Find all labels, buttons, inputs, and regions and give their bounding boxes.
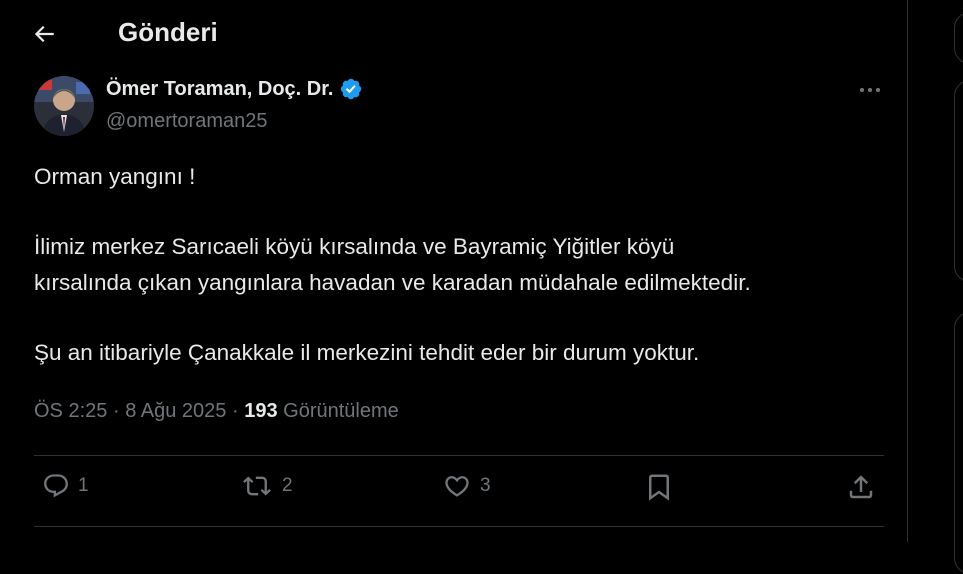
like-icon bbox=[445, 476, 469, 497]
meta-separator: · bbox=[231, 400, 239, 422]
header: Gönderi bbox=[0, 0, 907, 66]
share-icon bbox=[849, 475, 873, 499]
right-sidebar bbox=[908, 0, 963, 574]
tweet-line: İlimiz merkez Sarıcaeli köyü kırsalında … bbox=[34, 234, 675, 259]
sidebar-card bbox=[954, 312, 963, 574]
back-arrow-icon bbox=[34, 25, 54, 43]
sidebar-card bbox=[954, 12, 963, 64]
tweet-date[interactable]: 8 Ağu 2025 bbox=[125, 400, 226, 422]
bookmark-button[interactable] bbox=[644, 472, 674, 502]
repost-button[interactable]: 2 bbox=[240, 472, 293, 500]
tweet-time[interactable]: ÖS 2:25 bbox=[34, 400, 107, 422]
tweet-line: kırsalında çıkan yangınlara havadan ve k… bbox=[34, 270, 751, 295]
repost-count: 2 bbox=[282, 475, 293, 496]
reply-count: 1 bbox=[78, 475, 89, 496]
share-button[interactable] bbox=[846, 472, 876, 502]
bookmark-icon bbox=[649, 474, 669, 501]
author-name[interactable]: Ömer Toraman, Doç. Dr. bbox=[106, 77, 363, 101]
like-button[interactable]: 3 bbox=[442, 472, 491, 500]
divider bbox=[34, 526, 884, 527]
avatar-image bbox=[34, 76, 94, 136]
page-title: Gönderi bbox=[118, 17, 218, 47]
tweet-line: Şu an itibariyle Çanakkale il merkezini … bbox=[34, 340, 700, 365]
reply-icon bbox=[44, 474, 68, 498]
tweet-text: Orman yangını ! İlimiz merkez Sarıcaeli … bbox=[34, 159, 884, 371]
back-button[interactable] bbox=[24, 14, 64, 54]
meta-separator: · bbox=[112, 400, 120, 422]
author-handle[interactable]: @omertoraman25 bbox=[106, 110, 267, 133]
like-count: 3 bbox=[480, 475, 491, 496]
tweet-line: Orman yangını ! bbox=[34, 164, 196, 189]
verified-badge-icon bbox=[341, 78, 362, 100]
more-icon bbox=[860, 88, 880, 92]
author-name-text: Ömer Toraman, Doç. Dr. bbox=[106, 77, 334, 100]
more-button[interactable] bbox=[852, 76, 888, 104]
avatar[interactable] bbox=[34, 76, 94, 136]
tweet-meta: ÖS 2:25 · 8 Ağu 2025 · 193 Görüntüleme bbox=[34, 400, 399, 423]
repost-icon bbox=[243, 476, 271, 496]
sidebar-card bbox=[954, 80, 963, 282]
view-count: 193 bbox=[244, 400, 278, 422]
reply-button[interactable]: 1 bbox=[42, 472, 89, 500]
view-label: Görüntüleme bbox=[283, 400, 399, 422]
action-bar: 1 2 3 bbox=[34, 456, 884, 526]
